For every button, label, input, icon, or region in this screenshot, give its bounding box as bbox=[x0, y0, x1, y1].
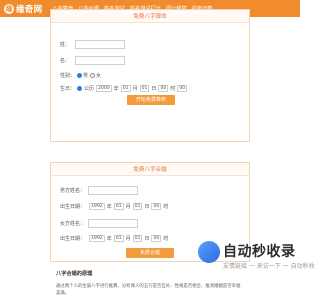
gender-label: 性别： bbox=[60, 73, 76, 79]
gender-female-radio[interactable] bbox=[90, 73, 96, 78]
male-name-input[interactable] bbox=[88, 186, 138, 195]
female-month-unit: 月 bbox=[125, 236, 131, 242]
hehun-submit-button[interactable]: 免费合婚 bbox=[126, 248, 174, 258]
female-hour-select[interactable]: 00 bbox=[151, 235, 162, 242]
hour-unit: 时 bbox=[170, 86, 176, 92]
hour-select[interactable]: 00 bbox=[158, 85, 169, 92]
watermark-logo-icon bbox=[198, 241, 220, 263]
male-year-select[interactable]: 1992 bbox=[89, 203, 105, 210]
year-unit: 年 bbox=[113, 86, 119, 92]
female-hour-unit: 时 bbox=[163, 236, 169, 242]
day-unit: 日 bbox=[151, 86, 157, 92]
year-select[interactable]: 2000 bbox=[96, 85, 112, 92]
female-year-unit: 年 bbox=[106, 236, 112, 242]
female-day-select[interactable]: 01 bbox=[132, 235, 143, 242]
bazi-form-title: 免费八字算命 bbox=[133, 14, 167, 20]
given-name-input[interactable] bbox=[75, 56, 125, 65]
month-select[interactable]: 01 bbox=[120, 85, 131, 92]
calendar-label: 公历 bbox=[84, 86, 95, 92]
hehun-form-header: 免费八字合婚 bbox=[51, 163, 249, 176]
month-unit: 月 bbox=[132, 86, 138, 92]
gender-male-label: 男 bbox=[83, 73, 89, 79]
male-month-unit: 月 bbox=[125, 204, 131, 210]
watermark-subtitle: 友情链接 一 来访一下 一 自动秒收 bbox=[223, 263, 315, 270]
bazi-form-card: 免费八字算命 姓： 名： 性别： 男 女 生日： 公历 2000 年 01 月 … bbox=[50, 9, 250, 142]
watermark-title: 自动秒收录 bbox=[223, 244, 296, 260]
bazi-form-header: 免费八字算命 bbox=[51, 10, 249, 23]
male-name-row: 男方姓名： bbox=[60, 186, 138, 195]
gender-male-radio[interactable] bbox=[77, 73, 82, 78]
given-name-label: 名： bbox=[60, 58, 71, 64]
female-name-input[interactable] bbox=[88, 219, 138, 228]
male-name-label: 男方姓名： bbox=[60, 188, 86, 194]
logo-text: 缘奇网 bbox=[16, 4, 43, 15]
male-month-select[interactable]: 01 bbox=[113, 203, 124, 210]
male-hour-select[interactable]: 00 bbox=[151, 203, 162, 210]
male-birth-label: 出生日期： bbox=[60, 204, 86, 210]
minute-select[interactable]: 00 bbox=[177, 85, 188, 92]
female-birth-row: 出生日期： 1992 年 01 月 01 日 00 时 bbox=[60, 235, 169, 242]
male-birth-row: 出生日期： 1992 年 01 月 01 日 00 时 bbox=[60, 203, 169, 210]
watermark: 自动秒收录 友情链接 一 来访一下 一 自动秒收 bbox=[196, 237, 315, 277]
section-title: 八字合婚的原理 bbox=[56, 271, 93, 277]
start-fortune-button[interactable]: 开始免费算命 bbox=[127, 95, 175, 105]
hehun-form-title: 免费八字合婚 bbox=[133, 167, 167, 173]
male-hour-unit: 时 bbox=[163, 204, 169, 210]
male-day-select[interactable]: 01 bbox=[132, 203, 143, 210]
gender-row: 性别： 男 女 bbox=[60, 72, 101, 79]
male-year-unit: 年 bbox=[106, 204, 112, 210]
section-paragraph: 通过两个人的生辰八字进行推算，分析两人的五行是否互补、性格是否相合，推测婚姻是否… bbox=[56, 284, 241, 296]
birth-row: 生日： 公历 2000 年 01 月 01 日 00 时 00 bbox=[60, 85, 188, 92]
gender-female-label: 女 bbox=[96, 73, 102, 79]
birth-label: 生日： bbox=[60, 86, 76, 92]
given-name-row: 名： bbox=[60, 56, 125, 65]
surname-label: 姓： bbox=[60, 42, 71, 48]
surname-input[interactable] bbox=[75, 40, 125, 49]
day-select[interactable]: 01 bbox=[139, 85, 150, 92]
female-year-select[interactable]: 1992 bbox=[89, 235, 105, 242]
female-month-select[interactable]: 01 bbox=[113, 235, 124, 242]
site-logo[interactable]: 缘 缘奇网 bbox=[4, 0, 42, 17]
female-name-label: 女方姓名： bbox=[60, 221, 86, 227]
female-day-unit: 日 bbox=[144, 236, 150, 242]
calendar-radio[interactable] bbox=[77, 86, 82, 91]
hehun-form-header-card: 免费八字合婚 bbox=[50, 162, 250, 176]
logo-badge-icon: 缘 bbox=[4, 3, 14, 14]
female-birth-label: 出生日期： bbox=[60, 236, 86, 242]
surname-row: 姓： bbox=[60, 40, 125, 49]
male-day-unit: 日 bbox=[144, 204, 150, 210]
female-name-row: 女方姓名： bbox=[60, 219, 138, 228]
